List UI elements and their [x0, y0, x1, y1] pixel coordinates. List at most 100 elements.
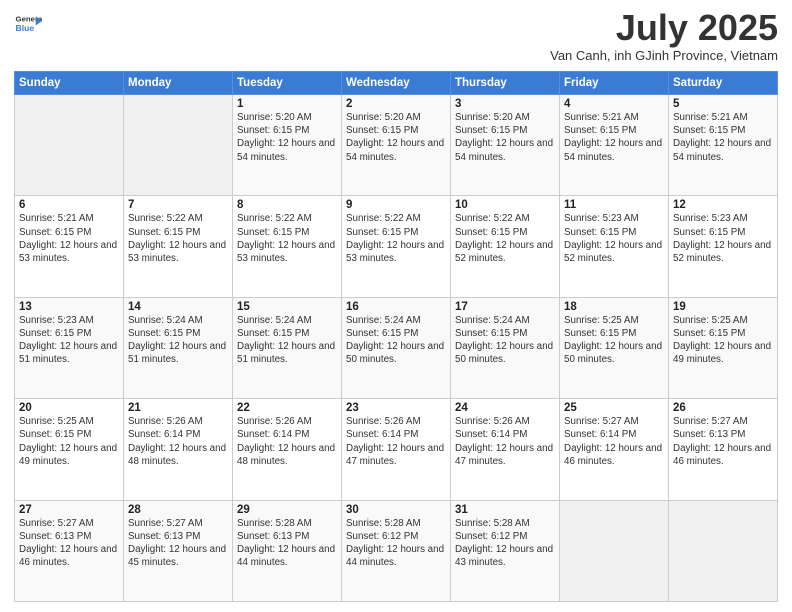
day-number: 8 [237, 199, 337, 211]
day-info: Sunrise: 5:26 AM Sunset: 6:14 PM Dayligh… [346, 415, 446, 468]
col-sunday: Sunday [15, 72, 124, 95]
table-row: 17Sunrise: 5:24 AM Sunset: 6:15 PM Dayli… [451, 297, 560, 398]
col-friday: Friday [560, 72, 669, 95]
day-number: 30 [346, 504, 446, 516]
logo: General Blue [14, 10, 42, 38]
table-row: 14Sunrise: 5:24 AM Sunset: 6:15 PM Dayli… [124, 297, 233, 398]
day-info: Sunrise: 5:24 AM Sunset: 6:15 PM Dayligh… [128, 314, 228, 367]
day-info: Sunrise: 5:25 AM Sunset: 6:15 PM Dayligh… [673, 314, 773, 367]
day-number: 29 [237, 504, 337, 516]
day-number: 7 [128, 199, 228, 211]
day-info: Sunrise: 5:22 AM Sunset: 6:15 PM Dayligh… [455, 212, 555, 265]
table-row: 28Sunrise: 5:27 AM Sunset: 6:13 PM Dayli… [124, 500, 233, 601]
table-row: 18Sunrise: 5:25 AM Sunset: 6:15 PM Dayli… [560, 297, 669, 398]
day-info: Sunrise: 5:24 AM Sunset: 6:15 PM Dayligh… [237, 314, 337, 367]
day-number: 31 [455, 504, 555, 516]
logo-icon: General Blue [14, 10, 42, 38]
day-number: 21 [128, 402, 228, 414]
day-info: Sunrise: 5:28 AM Sunset: 6:12 PM Dayligh… [455, 517, 555, 570]
table-row [124, 95, 233, 196]
day-info: Sunrise: 5:22 AM Sunset: 6:15 PM Dayligh… [237, 212, 337, 265]
table-row: 15Sunrise: 5:24 AM Sunset: 6:15 PM Dayli… [233, 297, 342, 398]
day-info: Sunrise: 5:21 AM Sunset: 6:15 PM Dayligh… [564, 111, 664, 164]
day-info: Sunrise: 5:22 AM Sunset: 6:15 PM Dayligh… [346, 212, 446, 265]
day-info: Sunrise: 5:20 AM Sunset: 6:15 PM Dayligh… [346, 111, 446, 164]
table-row: 9Sunrise: 5:22 AM Sunset: 6:15 PM Daylig… [342, 196, 451, 297]
table-row: 25Sunrise: 5:27 AM Sunset: 6:14 PM Dayli… [560, 399, 669, 500]
day-number: 15 [237, 301, 337, 313]
calendar-week-row: 13Sunrise: 5:23 AM Sunset: 6:15 PM Dayli… [15, 297, 778, 398]
table-row: 20Sunrise: 5:25 AM Sunset: 6:15 PM Dayli… [15, 399, 124, 500]
day-info: Sunrise: 5:22 AM Sunset: 6:15 PM Dayligh… [128, 212, 228, 265]
day-info: Sunrise: 5:27 AM Sunset: 6:14 PM Dayligh… [564, 415, 664, 468]
table-row: 22Sunrise: 5:26 AM Sunset: 6:14 PM Dayli… [233, 399, 342, 500]
table-row: 8Sunrise: 5:22 AM Sunset: 6:15 PM Daylig… [233, 196, 342, 297]
table-row [560, 500, 669, 601]
day-info: Sunrise: 5:20 AM Sunset: 6:15 PM Dayligh… [237, 111, 337, 164]
table-row: 26Sunrise: 5:27 AM Sunset: 6:13 PM Dayli… [669, 399, 778, 500]
day-info: Sunrise: 5:28 AM Sunset: 6:12 PM Dayligh… [346, 517, 446, 570]
day-number: 6 [19, 199, 119, 211]
col-saturday: Saturday [669, 72, 778, 95]
calendar-header-row: Sunday Monday Tuesday Wednesday Thursday… [15, 72, 778, 95]
day-info: Sunrise: 5:26 AM Sunset: 6:14 PM Dayligh… [128, 415, 228, 468]
day-info: Sunrise: 5:27 AM Sunset: 6:13 PM Dayligh… [128, 517, 228, 570]
svg-text:Blue: Blue [16, 23, 35, 33]
day-info: Sunrise: 5:23 AM Sunset: 6:15 PM Dayligh… [19, 314, 119, 367]
table-row: 5Sunrise: 5:21 AM Sunset: 6:15 PM Daylig… [669, 95, 778, 196]
table-row: 27Sunrise: 5:27 AM Sunset: 6:13 PM Dayli… [15, 500, 124, 601]
title-block: July 2025 Van Canh, inh GJinh Province, … [550, 10, 778, 63]
table-row [15, 95, 124, 196]
calendar-table: Sunday Monday Tuesday Wednesday Thursday… [14, 71, 778, 602]
day-info: Sunrise: 5:26 AM Sunset: 6:14 PM Dayligh… [455, 415, 555, 468]
day-info: Sunrise: 5:21 AM Sunset: 6:15 PM Dayligh… [19, 212, 119, 265]
day-number: 28 [128, 504, 228, 516]
day-number: 2 [346, 98, 446, 110]
page: General Blue July 2025 Van Canh, inh GJi… [0, 0, 792, 612]
table-row: 16Sunrise: 5:24 AM Sunset: 6:15 PM Dayli… [342, 297, 451, 398]
day-number: 19 [673, 301, 773, 313]
day-number: 17 [455, 301, 555, 313]
day-info: Sunrise: 5:24 AM Sunset: 6:15 PM Dayligh… [346, 314, 446, 367]
day-number: 27 [19, 504, 119, 516]
day-info: Sunrise: 5:20 AM Sunset: 6:15 PM Dayligh… [455, 111, 555, 164]
table-row: 31Sunrise: 5:28 AM Sunset: 6:12 PM Dayli… [451, 500, 560, 601]
day-number: 4 [564, 98, 664, 110]
col-wednesday: Wednesday [342, 72, 451, 95]
calendar-week-row: 1Sunrise: 5:20 AM Sunset: 6:15 PM Daylig… [15, 95, 778, 196]
day-info: Sunrise: 5:21 AM Sunset: 6:15 PM Dayligh… [673, 111, 773, 164]
day-info: Sunrise: 5:27 AM Sunset: 6:13 PM Dayligh… [19, 517, 119, 570]
day-number: 1 [237, 98, 337, 110]
table-row: 19Sunrise: 5:25 AM Sunset: 6:15 PM Dayli… [669, 297, 778, 398]
day-number: 16 [346, 301, 446, 313]
table-row: 2Sunrise: 5:20 AM Sunset: 6:15 PM Daylig… [342, 95, 451, 196]
table-row: 30Sunrise: 5:28 AM Sunset: 6:12 PM Dayli… [342, 500, 451, 601]
day-info: Sunrise: 5:25 AM Sunset: 6:15 PM Dayligh… [19, 415, 119, 468]
day-number: 12 [673, 199, 773, 211]
day-number: 5 [673, 98, 773, 110]
day-info: Sunrise: 5:25 AM Sunset: 6:15 PM Dayligh… [564, 314, 664, 367]
day-number: 25 [564, 402, 664, 414]
table-row: 10Sunrise: 5:22 AM Sunset: 6:15 PM Dayli… [451, 196, 560, 297]
table-row: 29Sunrise: 5:28 AM Sunset: 6:13 PM Dayli… [233, 500, 342, 601]
day-number: 22 [237, 402, 337, 414]
day-number: 13 [19, 301, 119, 313]
table-row: 24Sunrise: 5:26 AM Sunset: 6:14 PM Dayli… [451, 399, 560, 500]
calendar-week-row: 20Sunrise: 5:25 AM Sunset: 6:15 PM Dayli… [15, 399, 778, 500]
day-info: Sunrise: 5:23 AM Sunset: 6:15 PM Dayligh… [673, 212, 773, 265]
day-number: 9 [346, 199, 446, 211]
table-row: 7Sunrise: 5:22 AM Sunset: 6:15 PM Daylig… [124, 196, 233, 297]
table-row: 4Sunrise: 5:21 AM Sunset: 6:15 PM Daylig… [560, 95, 669, 196]
table-row: 6Sunrise: 5:21 AM Sunset: 6:15 PM Daylig… [15, 196, 124, 297]
day-number: 11 [564, 199, 664, 211]
day-number: 23 [346, 402, 446, 414]
day-info: Sunrise: 5:23 AM Sunset: 6:15 PM Dayligh… [564, 212, 664, 265]
col-thursday: Thursday [451, 72, 560, 95]
table-row: 13Sunrise: 5:23 AM Sunset: 6:15 PM Dayli… [15, 297, 124, 398]
location: Van Canh, inh GJinh Province, Vietnam [550, 48, 778, 63]
day-info: Sunrise: 5:24 AM Sunset: 6:15 PM Dayligh… [455, 314, 555, 367]
col-monday: Monday [124, 72, 233, 95]
table-row [669, 500, 778, 601]
col-tuesday: Tuesday [233, 72, 342, 95]
day-number: 14 [128, 301, 228, 313]
